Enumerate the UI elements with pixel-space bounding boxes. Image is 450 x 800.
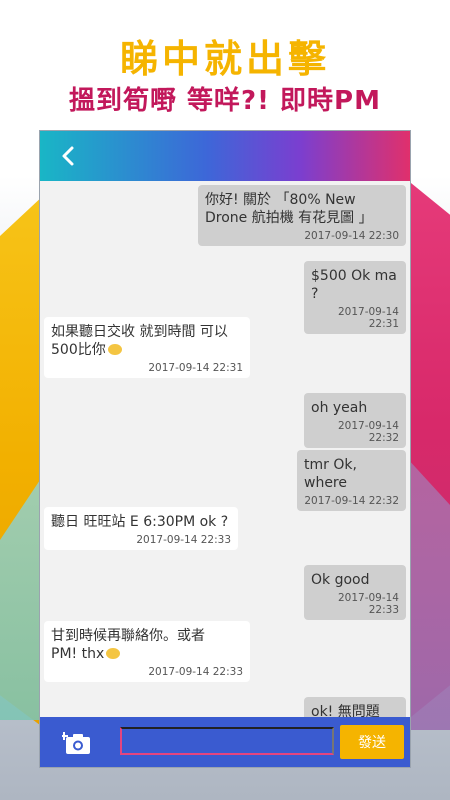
message-text: 你好! 關於 「80% New Drone 航拍機 有花見圖 」 xyxy=(205,192,373,226)
message-input[interactable] xyxy=(120,727,334,755)
smile-emoji-icon xyxy=(107,344,122,355)
message-bubble-outgoing[interactable]: Ok good 2017-09-14 22:33 xyxy=(304,565,406,620)
message-text: oh yeah xyxy=(311,400,368,416)
message-time: 2017-09-14 22:33 xyxy=(148,666,243,678)
message-time: 2017-09-14 22:31 xyxy=(337,306,399,330)
message-composer: 發送 xyxy=(40,717,410,767)
message-text: Ok good xyxy=(311,572,370,588)
promo-headline: 睇中就出擊 xyxy=(119,37,330,81)
message-bubble-incoming[interactable]: 聽日 旺旺站 E 6:30PM ok ? 2017-09-14 22:33 xyxy=(44,507,238,550)
chat-screen: 你好! 關於 「80% New Drone 航拍機 有花見圖 」 2017-09… xyxy=(39,130,411,768)
message-bubble-incoming[interactable]: 甘到時候再聯絡你。或者 PM! thx 2017-09-14 22:33 xyxy=(44,621,250,682)
message-bubble-outgoing[interactable]: tmr Ok, where 2017-09-14 22:32 xyxy=(297,450,406,511)
message-text: tmr Ok, where xyxy=(304,457,357,491)
camera-add-icon[interactable] xyxy=(62,730,92,756)
message-time: 2017-09-14 22:31 xyxy=(148,362,243,374)
message-text: 聽日 旺旺站 E 6:30PM ok ? xyxy=(51,514,229,530)
message-list[interactable]: 你好! 關於 「80% New Drone 航拍機 有花見圖 」 2017-09… xyxy=(40,181,410,719)
message-text: 如果聽日交收 就到時間 可以 500比你 xyxy=(51,324,228,358)
message-bubble-outgoing[interactable]: oh yeah 2017-09-14 22:32 xyxy=(304,393,406,448)
message-time: 2017-09-14 22:30 xyxy=(304,230,399,242)
chevron-left-icon[interactable] xyxy=(56,143,82,169)
app-bar xyxy=(40,131,410,181)
message-bubble-outgoing[interactable]: $500 Ok ma ? 2017-09-14 22:31 xyxy=(304,261,406,334)
message-time: 2017-09-14 22:32 xyxy=(337,420,399,444)
message-time: 2017-09-14 22:32 xyxy=(304,495,399,507)
message-time: 2017-09-14 22:33 xyxy=(136,534,231,546)
promo-subheadline: 搵到筍嘢 等咩?! 即時PM xyxy=(69,86,381,116)
message-time: 2017-09-14 22:33 xyxy=(337,592,399,616)
message-bubble-outgoing[interactable]: 你好! 關於 「80% New Drone 航拍機 有花見圖 」 2017-09… xyxy=(198,185,406,246)
send-button[interactable]: 發送 xyxy=(340,725,404,759)
message-text: $500 Ok ma ? xyxy=(311,268,397,302)
message-bubble-incoming[interactable]: 如果聽日交收 就到時間 可以 500比你 2017-09-14 22:31 xyxy=(44,317,250,378)
smile-emoji-icon xyxy=(106,648,121,659)
message-bubble-outgoing[interactable]: ok! 無問題 xyxy=(304,697,406,719)
message-text: 甘到時候再聯絡你。或者 PM! thx xyxy=(51,628,205,662)
